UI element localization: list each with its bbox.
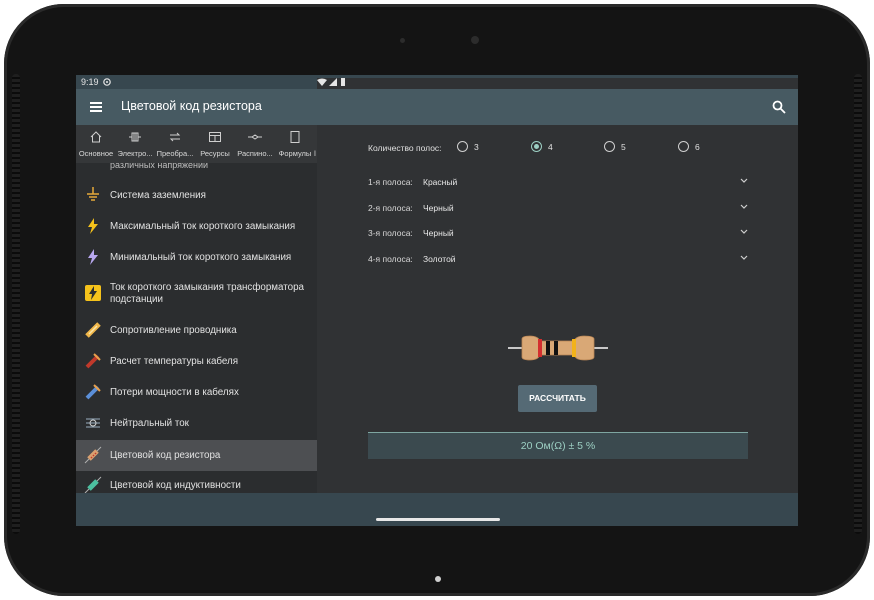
band-count-label: Количество полос: xyxy=(368,143,442,153)
wifi-icon xyxy=(317,78,327,86)
resistor-band-3 xyxy=(554,341,558,355)
band-4-select[interactable]: 4-я полоса: Золотой xyxy=(368,251,748,269)
electric-icon xyxy=(129,132,141,142)
lightning-icon xyxy=(88,249,98,265)
tab-pinout[interactable]: Распино... xyxy=(235,125,275,163)
menu-icon[interactable] xyxy=(90,102,102,112)
result-value: 20 Ом(Ω) ± 5 % xyxy=(368,432,748,459)
resistor-image xyxy=(508,335,608,361)
resistor-band-2 xyxy=(546,341,550,355)
battery-icon xyxy=(341,78,345,86)
home-icon xyxy=(90,131,102,143)
radio-circle xyxy=(604,141,615,152)
lightning-icon xyxy=(85,285,101,301)
resources-icon xyxy=(209,132,221,142)
radio-circle xyxy=(457,141,468,152)
speaker-right xyxy=(854,74,862,534)
inductor-icon xyxy=(84,476,102,493)
sensor-dot xyxy=(400,38,405,43)
band-1-select[interactable]: 1-я полоса: Красный xyxy=(368,174,748,192)
resistor-band-4 xyxy=(572,339,576,357)
speaker-left xyxy=(12,74,20,534)
radio-circle xyxy=(678,141,689,152)
chevron-down-icon xyxy=(740,204,748,209)
lightning-icon xyxy=(88,218,98,234)
resistor-band-1 xyxy=(538,339,542,357)
signal-icon xyxy=(329,78,337,86)
tab-formulas[interactable]: Формулы xyxy=(275,125,315,163)
sidebar-item-transformer-short-circuit[interactable]: Ток короткого замыкания трансформатора п… xyxy=(76,274,317,312)
formulas-icon xyxy=(290,131,300,143)
status-time: 9:19 xyxy=(81,77,99,87)
sync-icon xyxy=(103,78,111,86)
resistor-icon xyxy=(84,446,102,464)
home-gesture-handle[interactable] xyxy=(376,518,500,521)
cable-temperature-icon xyxy=(85,353,101,369)
home-sensor xyxy=(435,576,441,582)
calculate-button[interactable]: РАССЧИТАТЬ xyxy=(518,385,597,412)
chevron-down-icon xyxy=(740,178,748,183)
conductor-icon xyxy=(85,322,101,338)
band-3-select[interactable]: 3-я полоса: Черный xyxy=(368,225,748,243)
sidebar-item-neutral-current[interactable]: Нейтральный ток xyxy=(76,409,317,437)
tab-convert[interactable]: Преобра... xyxy=(155,125,195,163)
front-camera xyxy=(471,36,479,44)
sidebar-item-inductor-color-code[interactable]: Цветовой код индуктивности xyxy=(76,471,317,493)
screen: 9:19 Цветовой код резистора Основное Эле… xyxy=(76,75,798,526)
radio-circle-selected xyxy=(531,141,542,152)
sidebar-item-resistor-color-code[interactable]: Цветовой код резистора xyxy=(76,440,317,471)
cable-loss-icon xyxy=(85,384,101,400)
chevron-down-icon xyxy=(740,255,748,260)
sidebar-item-min-short-circuit[interactable]: Минимальный ток короткого замыкания xyxy=(76,243,317,271)
chevron-down-icon xyxy=(740,229,748,234)
neutral-current-icon xyxy=(86,418,100,428)
resistor-calculator: Количество полос: 3 4 5 6 1-я полоса: Кр… xyxy=(317,125,798,493)
status-bar: 9:19 xyxy=(76,75,798,446)
sidebar: Основное Электро... Преобра... Ресурсы Р… xyxy=(76,125,317,493)
sidebar-item-grounding[interactable]: Система заземления xyxy=(76,181,317,209)
tab-more[interactable]: l xyxy=(312,125,317,163)
sidebar-item-cable-temperature[interactable]: Расчет температуры кабеля xyxy=(76,347,317,375)
band-2-select[interactable]: 2-я полоса: Черный xyxy=(368,200,748,218)
tab-resources[interactable]: Ресурсы xyxy=(195,125,235,163)
sidebar-item-max-short-circuit[interactable]: Максимальный ток короткого замыкания xyxy=(76,212,317,240)
category-tabs: Основное Электро... Преобра... Ресурсы Р… xyxy=(76,125,317,163)
app-toolbar: Цветовой код резистора xyxy=(76,89,798,125)
search-icon[interactable] xyxy=(772,100,786,114)
grounding-icon xyxy=(87,187,99,201)
sidebar-item-conductor-resistance[interactable]: Сопротивление проводника xyxy=(76,316,317,344)
tab-main[interactable]: Основное xyxy=(76,125,116,163)
convert-icon xyxy=(169,132,181,142)
sidebar-item-cable-loss[interactable]: Потери мощности в кабелях xyxy=(76,378,317,406)
system-navigation-bar xyxy=(76,493,798,526)
tab-electro[interactable]: Электро... xyxy=(115,125,155,163)
pinout-icon xyxy=(248,134,262,140)
page-title: Цветовой код резистора xyxy=(121,99,262,113)
